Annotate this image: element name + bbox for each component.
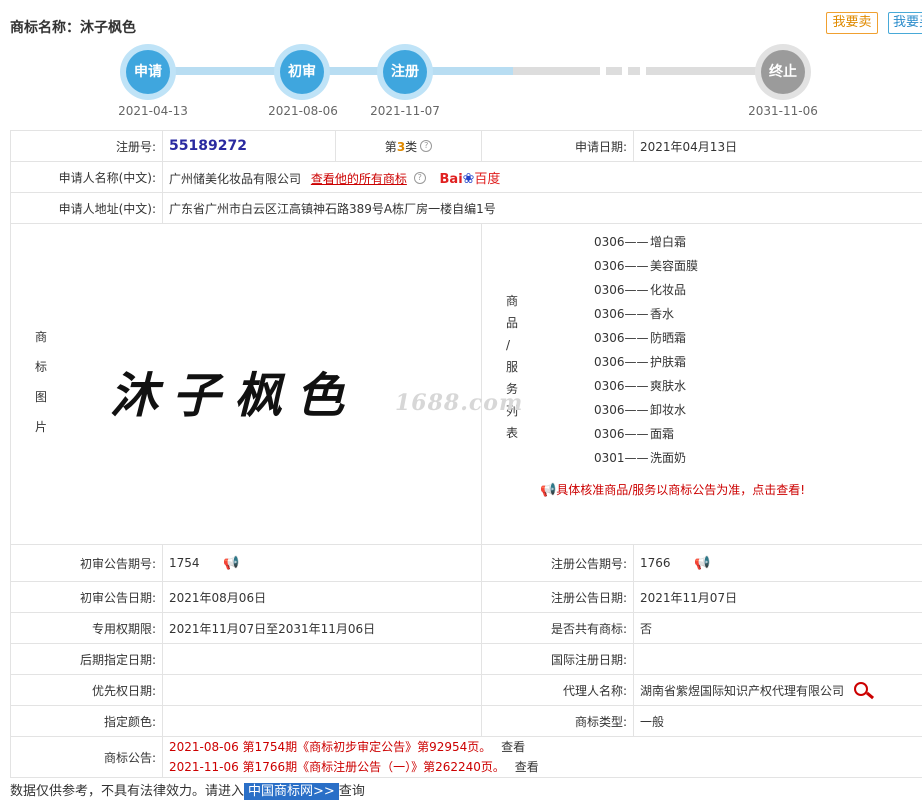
agent-value: 湖南省紫煜国际知识产权代理有限公司 — [640, 683, 845, 698]
color-label: 指定颜色: — [10, 705, 163, 737]
prelim-date: 2021年08月06日 — [162, 581, 482, 613]
agent-label: 代理人名称: — [481, 674, 634, 706]
timeline-gap — [622, 67, 628, 75]
timeline-gap — [600, 67, 606, 75]
type-value: 一般 — [633, 705, 922, 737]
footer-text: 数据仅供参考，不具有法律效力。请进入 — [10, 784, 245, 799]
announce-label: 商标公告: — [10, 736, 163, 778]
reg-ann-date: 2021年11月07日 — [633, 581, 922, 613]
address-label: 申请人地址(中文): — [10, 192, 163, 224]
footer-suffix: 查询 — [338, 784, 365, 799]
trademark-site-link[interactable]: 中国商标网>> — [244, 783, 339, 800]
goods-cell: 商 品 / 服 务 列 表 0306——增白霜 0306——美容面膜 0306—… — [481, 223, 922, 545]
megaphone-icon[interactable]: 📢 — [694, 556, 710, 571]
timeline-node-register: 注册 — [377, 44, 433, 100]
trademark-image: 沐子枫色 — [110, 368, 359, 424]
apply-date-label: 申请日期: — [481, 130, 634, 162]
list-item: 0306——化妆品 — [594, 283, 687, 297]
buy-button[interactable]: 我要买 — [888, 12, 922, 34]
title-label: 商标名称： — [10, 20, 80, 36]
intl-value — [633, 643, 922, 675]
list-item: 0306——护肤霜 — [594, 355, 687, 369]
later-value — [162, 643, 482, 675]
address: 广东省广州市白云区江高镇神石路389号A栋厂房一楼自编1号 — [162, 192, 922, 224]
goods-note-link[interactable]: 📢具体核准商品/服务以商标公告为准，点击查看! — [540, 481, 805, 498]
class-num: 3 — [396, 139, 406, 154]
timeline-node-apply: 申请 — [120, 44, 176, 100]
timeline-progress — [148, 67, 513, 75]
later-label: 后期指定日期: — [10, 643, 163, 675]
shared-label: 是否共有商标: — [481, 612, 634, 644]
timeline-node-prelim: 初审 — [274, 44, 330, 100]
list-item: 0306——防晒霜 — [594, 331, 687, 345]
timeline-date-end: 2031-11-06 — [748, 104, 818, 118]
list-item: 0306——美容面膜 — [594, 259, 699, 273]
reg-no: 55189272 — [169, 138, 247, 154]
paw-icon: ❀ — [462, 170, 475, 187]
prelim-no-label: 初审公告期号: — [10, 544, 163, 582]
timeline-gap — [640, 67, 646, 75]
trademark-title: 商标名称：沐子枫色 — [10, 17, 136, 37]
megaphone-icon[interactable]: 📢 — [223, 556, 239, 571]
timeline-date-register: 2021-11-07 — [370, 104, 440, 118]
list-item: 0301——洗面奶 — [594, 451, 687, 465]
image-label: 商 标 图 片 — [35, 330, 48, 434]
type-label: 商标类型: — [481, 705, 634, 737]
announcement-item: 2021-08-06 第1754期《商标初步审定公告》第92954页。 查看 — [169, 740, 526, 754]
megaphone-icon: 📢 — [540, 483, 557, 498]
timeline-node-end: 终止 — [755, 44, 811, 100]
prelim-date-label: 初审公告日期: — [10, 581, 163, 613]
list-item: 0306——卸妆水 — [594, 403, 687, 417]
list-item: 0306——香水 — [594, 307, 675, 321]
apply-date: 2021年04月13日 — [633, 130, 922, 162]
list-item: 0306——面霜 — [594, 427, 675, 441]
reg-no-label: 注册号: — [10, 130, 163, 162]
excl-period: 2021年11月07日至2031年11月06日 — [162, 612, 482, 644]
intl-label: 国际注册日期: — [481, 643, 634, 675]
timeline-date-prelim: 2021-08-06 — [268, 104, 338, 118]
list-item: 0306——增白霜 — [594, 235, 687, 249]
reg-ann-no-label: 注册公告期号: — [481, 544, 634, 582]
priority-label: 优先权日期: — [10, 674, 163, 706]
prelim-no: 1754 — [169, 555, 200, 570]
color-value — [162, 705, 482, 737]
applicant-label: 申请人名称(中文): — [10, 161, 163, 193]
sell-button[interactable]: 我要卖 — [826, 12, 878, 34]
view-link[interactable]: 查看 — [501, 740, 525, 754]
excl-label: 专用权期限: — [10, 612, 163, 644]
help-icon[interactable]: ? — [413, 171, 426, 184]
announcement-item: 2021-11-06 第1766期《商标注册公告（一）》第262240页。 查看 — [169, 760, 539, 774]
help-icon[interactable]: ? — [420, 139, 433, 152]
all-marks-link[interactable]: 查看他的所有商标 — [311, 172, 407, 186]
trademark-info-table: 注册号: 55189272 第3类? 申请日期: 2021年04月13日 申请人… — [10, 130, 922, 778]
class-cell: 第3类? — [335, 130, 482, 162]
view-link[interactable]: 查看 — [515, 760, 539, 774]
goods-label: 商 品 / 服 务 列 表 — [506, 294, 519, 440]
timeline-remaining — [513, 67, 783, 75]
title-value: 沐子枫色 — [80, 20, 136, 36]
baidu-logo[interactable]: Bai❀百度 — [440, 168, 501, 187]
applicant: 广州储美化妆品有限公司 — [169, 171, 302, 186]
watermark: 1688.com — [395, 390, 524, 416]
timeline-date-apply: 2021-04-13 — [118, 104, 188, 118]
goods-list: 0306——增白霜 0306——美容面膜 0306——化妆品 0306——香水 … — [594, 230, 698, 470]
search-icon[interactable] — [854, 681, 869, 696]
reg-ann-date-label: 注册公告日期: — [481, 581, 634, 613]
shared-value: 否 — [633, 612, 922, 644]
footer: 数据仅供参考，不具有法律效力。请进入 中国商标网>> 查询 — [10, 780, 365, 800]
priority-value — [162, 674, 482, 706]
reg-ann-no: 1766 — [640, 555, 671, 570]
list-item: 0306——爽肤水 — [594, 379, 687, 393]
